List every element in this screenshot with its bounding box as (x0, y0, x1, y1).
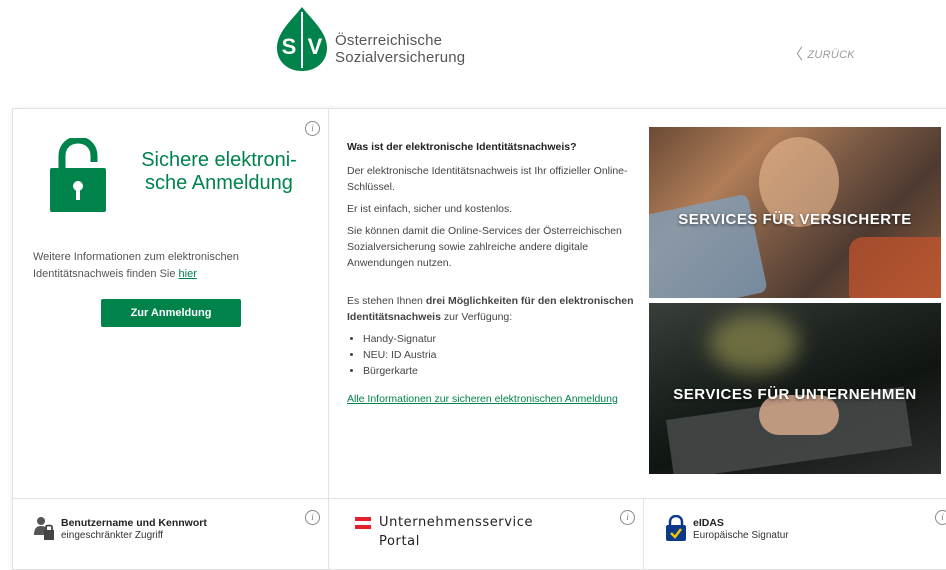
divider-vertical-bottom (643, 498, 644, 569)
eid-option-buergerkarte: Bürgerkarte (363, 363, 647, 379)
sv-logo[interactable]: S V (274, 6, 330, 72)
eidas-title: eIDAS (693, 517, 724, 529)
tile-services-companies[interactable]: SERVICES FÜR UNTERNEHMEN (649, 303, 941, 474)
back-label: ZURÜCK (807, 49, 855, 61)
brand-line2: Sozialversicherung (335, 49, 466, 66)
tile-services-companies-label: SERVICES FÜR UNTERNEHMEN (673, 386, 917, 403)
info-icon[interactable]: i (305, 121, 320, 136)
divider-horizontal (13, 498, 946, 499)
tile-services-insured-label: SERVICES FÜR VERSICHERTE (678, 211, 912, 228)
login-title-line1: Sichere elektroni- (141, 149, 297, 171)
chevron-left-icon: 〈 (788, 46, 804, 63)
back-link[interactable]: 〈 ZURÜCK (788, 42, 855, 63)
divider-vertical-main (328, 109, 329, 569)
eid-info-p1: Der elektronische Identitätsnachweis ist… (347, 165, 628, 193)
info-icon-userpass[interactable]: i (305, 510, 320, 525)
login-title-line2: sche Anmeldung (145, 172, 293, 194)
eid-option-id-austria: NEU: ID Austria (363, 347, 647, 363)
eid-options-list: Handy-Signatur NEU: ID Austria Bürgerkar… (347, 331, 647, 379)
svg-text:V: V (308, 34, 323, 59)
eid-info-p4: Es stehen Ihnen drei Möglichkeiten für d… (347, 293, 647, 325)
userpass-sub: eingeschränkter Zugriff (61, 530, 164, 541)
info-icon-usp[interactable]: i (620, 510, 635, 525)
tile-photo-laptop (649, 193, 768, 298)
usp-title: Unternehmensservice Portal (379, 513, 533, 551)
tile-photo-sofa (849, 237, 941, 298)
more-info-text: Weitere Informationen zum elektronischen… (33, 249, 313, 283)
eidas-sub: Europäische Signatur (693, 530, 789, 541)
login-option-eidas[interactable]: eIDAS Europäische Signatur (665, 509, 925, 559)
all-info-link[interactable]: Alle Informationen zur sicheren elektron… (347, 393, 618, 405)
user-lock-icon (34, 517, 54, 540)
more-info-body: Weitere Informationen zum elektronischen… (33, 251, 239, 280)
tile-photo-light (709, 313, 799, 373)
login-option-usp[interactable]: Unternehmensservice Portal (355, 509, 615, 559)
eid-info-heading: Was ist der elektronische Identitätsnach… (347, 141, 577, 153)
login-panel: i Sichere elektroni- sche Anmeldung Weit… (12, 108, 946, 570)
eid-info-p3: Sie können damit die Online-Services der… (347, 225, 622, 269)
brand-name: Österreichische Sozialversicherung (335, 32, 465, 66)
eid-info: Was ist der elektronische Identitätsnach… (347, 139, 647, 407)
login-option-userpass[interactable]: Benutzername und Kennwort eingeschränkte… (33, 509, 303, 559)
eid-info-p4-pre: Es stehen Ihnen (347, 295, 426, 307)
usp-title-line1: Unternehmensservice (379, 515, 534, 530)
eid-option-handy-signatur: Handy-Signatur (363, 331, 647, 347)
header: S V Österreichische Sozialversicherung 〈… (0, 0, 946, 95)
eid-info-p2: Er ist einfach, sicher und kostenlos. (347, 203, 513, 215)
userpass-title: Benutzername und Kennwort (61, 517, 207, 529)
login-title: Sichere elektroni- sche Anmeldung (133, 149, 305, 195)
brand-line1: Österreichische (335, 32, 443, 49)
more-info-link[interactable]: hier (179, 268, 197, 280)
login-button[interactable]: Zur Anmeldung (101, 299, 241, 327)
austria-flag-icon (355, 517, 371, 529)
eidas-lock-icon (666, 515, 686, 541)
eid-info-p4-post: zur Verfügung: (440, 311, 513, 323)
svg-text:S: S (282, 34, 297, 59)
tile-services-insured[interactable]: SERVICES FÜR VERSICHERTE (649, 127, 941, 298)
info-icon-eidas[interactable]: i (935, 510, 946, 525)
padlock-icon (50, 138, 106, 212)
usp-title-line2: Portal (379, 534, 420, 549)
